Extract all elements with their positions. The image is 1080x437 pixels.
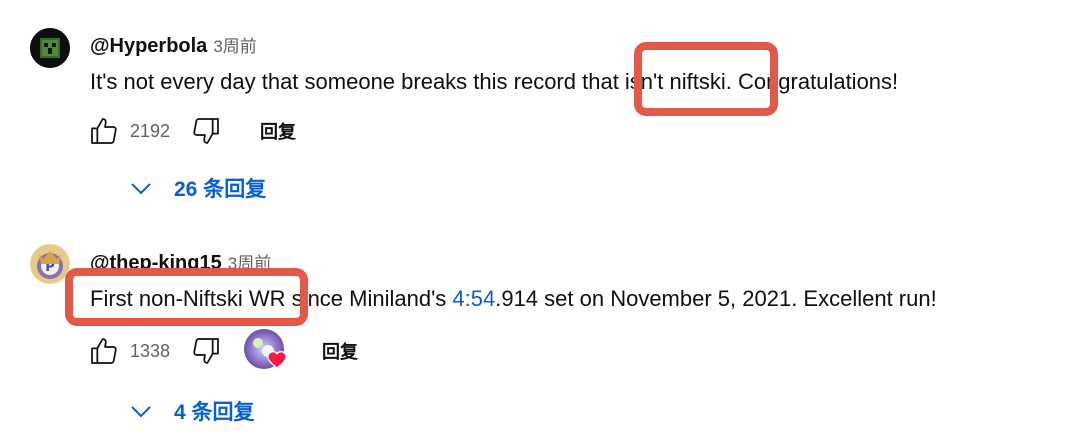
author-handle[interactable]: @thep-king15 — [90, 252, 222, 274]
comment-header: @thep-king15 3周前 — [90, 249, 271, 275]
comment-text-before: It's not every day that someone breaks t… — [90, 69, 625, 94]
like-count: 1338 — [130, 340, 171, 361]
like-count: 2192 — [130, 120, 171, 141]
comment-actions: 2192 回复 — [84, 111, 308, 151]
like-button[interactable] — [84, 331, 124, 371]
comment-text-after: . Congratulations! — [725, 69, 899, 94]
avatar[interactable]: P — [30, 244, 70, 284]
avatar[interactable] — [30, 28, 70, 68]
heart-icon — [267, 351, 287, 369]
thumbs-down-icon — [193, 338, 219, 364]
reply-button[interactable]: 回复 — [310, 332, 370, 370]
author-handle[interactable]: @Hyperbola — [90, 35, 207, 57]
dislike-button[interactable] — [186, 331, 226, 371]
comment-time[interactable]: 3周前 — [228, 254, 271, 273]
comment-text-highlight: First non-Niftski WR — [90, 286, 286, 311]
comment-header: @Hyperbola 3周前 — [90, 32, 257, 58]
replies-count-label: 4 条回复 — [174, 401, 255, 424]
comment-text-before: since Miniland's — [285, 286, 453, 311]
chevron-down-icon — [131, 406, 151, 418]
creeper-avatar-icon — [30, 28, 70, 68]
thumbs-down-icon — [193, 118, 219, 144]
p-logo-avatar-icon: P — [30, 244, 70, 284]
chevron-down-icon — [131, 183, 151, 195]
comment-text-highlight: isn't niftski — [624, 69, 726, 94]
comment-text: It's not every day that someone breaks t… — [90, 69, 898, 95]
view-replies-button[interactable]: 26 条回复 — [130, 168, 266, 208]
view-replies-button[interactable]: 4 条回复 — [130, 391, 255, 431]
reply-button[interactable]: 回复 — [248, 112, 308, 150]
creator-heart — [244, 329, 288, 373]
comment-actions: 1338 回复 — [84, 329, 370, 373]
thumbs-up-icon — [91, 118, 117, 144]
like-button[interactable] — [84, 111, 124, 151]
comment-text: First non-Niftski WR since Miniland's 4:… — [90, 286, 937, 312]
dislike-button[interactable] — [186, 111, 226, 151]
comment-time[interactable]: 3周前 — [213, 37, 256, 56]
comment-text-after: .914 set on November 5, 2021. Excellent … — [495, 286, 937, 311]
video-timestamp-link[interactable]: 4:54 — [452, 286, 495, 311]
replies-count-label: 26 条回复 — [174, 178, 267, 201]
thumbs-up-icon — [91, 338, 117, 364]
